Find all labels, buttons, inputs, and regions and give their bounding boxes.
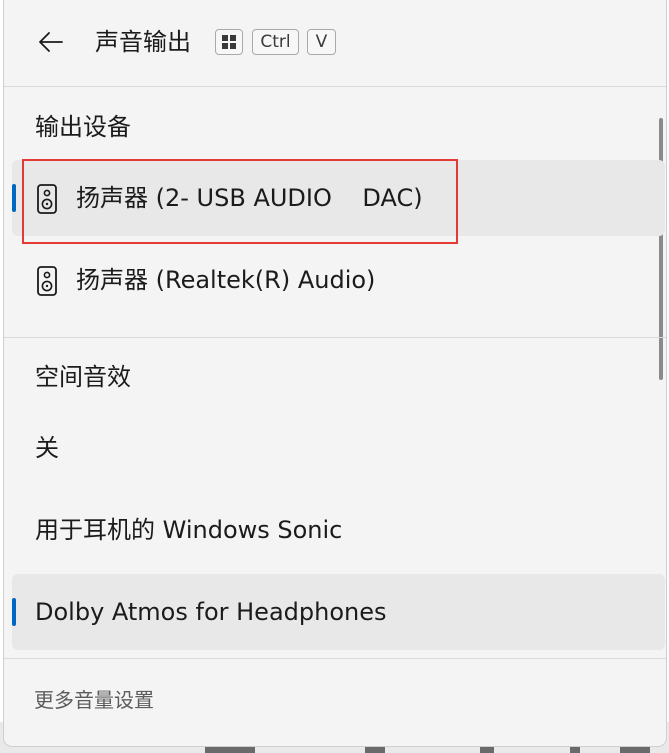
back-arrow-icon [39,32,63,52]
speaker-icon [37,266,57,296]
output-devices-heading: 输出设备 [35,113,131,141]
device-label: 扬声器 (Realtek(R) Audio) [76,266,376,294]
output-device-realtek[interactable]: 扬声器 (Realtek(R) Audio) [12,242,665,318]
spatial-audio-option-windows-sonic[interactable]: 用于耳机的 Windows Sonic [12,492,665,568]
spatial-audio-heading: 空间音效 [35,363,131,391]
option-label: 关 [35,434,59,462]
ctrl-key-badge: Ctrl [252,29,299,55]
spatial-audio-option-off[interactable]: 关 [12,410,665,486]
flyout-header: 声音输出 Ctrl V [4,0,666,86]
footer-divider [4,658,666,659]
sound-output-flyout: 声音输出 Ctrl V 输出设备 扬声器 (2- USB AUDIO DAC) [3,0,667,747]
selected-indicator [12,184,16,212]
option-label: Dolby Atmos for Headphones [35,598,387,626]
spatial-audio-option-dolby-atmos[interactable]: Dolby Atmos for Headphones [12,574,665,650]
annotation-highlight-box [22,159,458,244]
selected-indicator [12,598,16,626]
page-title: 声音输出 [95,28,191,56]
windows-key-badge [215,29,243,55]
v-key-badge: V [307,29,336,55]
back-button[interactable] [34,26,68,58]
more-volume-settings-link[interactable]: 更多音量设置 [34,686,154,714]
section-divider [4,337,666,338]
option-label: 用于耳机的 Windows Sonic [35,516,343,544]
windows-logo-icon [222,35,236,49]
header-divider [4,86,666,87]
